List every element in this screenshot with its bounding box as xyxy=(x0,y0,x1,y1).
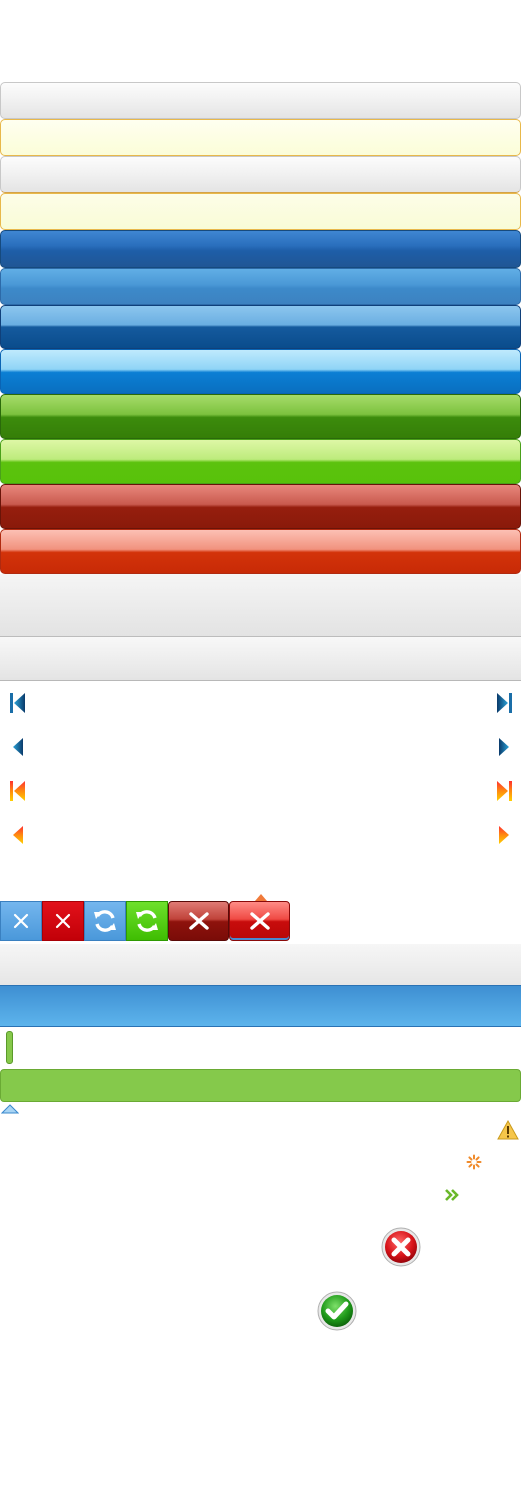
tooltip-pointer-icon xyxy=(255,894,267,901)
progress-bar-full xyxy=(0,1069,521,1102)
first-page-icon[interactable] xyxy=(9,780,27,802)
caret-up-icon xyxy=(1,1104,19,1114)
button-bar-green-dark[interactable] xyxy=(0,394,521,439)
close-button-red[interactable] xyxy=(42,901,84,941)
button-bar-blue-light[interactable] xyxy=(0,349,521,394)
button-bar-red-light[interactable] xyxy=(0,529,521,574)
next-icon[interactable] xyxy=(495,824,513,846)
close-icon xyxy=(13,913,29,929)
spinner-icon xyxy=(466,1154,482,1170)
last-page-icon[interactable] xyxy=(495,692,513,714)
refresh-button-green[interactable] xyxy=(126,901,168,941)
button-bar-blue-mid[interactable] xyxy=(0,268,521,305)
header-panel-blue xyxy=(0,985,521,1027)
button-bar-yellow-hover[interactable] xyxy=(0,119,521,156)
button-bar-blue-gloss[interactable] xyxy=(0,305,521,349)
close-button-bright-red[interactable] xyxy=(229,901,290,941)
button-bar-yellow-active[interactable] xyxy=(0,193,521,230)
close-icon xyxy=(55,913,71,929)
button-bar-blue-dark[interactable] xyxy=(0,230,521,268)
close-button-blue[interactable] xyxy=(0,901,42,941)
previous-icon[interactable] xyxy=(9,824,27,846)
refresh-icon xyxy=(136,910,158,932)
next-icon[interactable] xyxy=(495,736,513,758)
button-bar-green-light[interactable] xyxy=(0,439,521,484)
double-chevron-right-icon xyxy=(445,1189,459,1201)
button-bar-red-dark[interactable] xyxy=(0,484,521,529)
error-icon xyxy=(381,1227,421,1267)
button-bar-gray-normal[interactable] xyxy=(0,82,521,119)
refresh-icon xyxy=(94,910,116,932)
close-icon xyxy=(249,912,270,930)
footer-panel-gray xyxy=(0,944,521,985)
refresh-button-blue[interactable] xyxy=(84,901,126,941)
previous-icon[interactable] xyxy=(9,736,27,758)
first-page-icon[interactable] xyxy=(9,692,27,714)
success-icon xyxy=(317,1291,357,1331)
header-panel-gray xyxy=(0,574,521,637)
button-bar-gray-pressed[interactable] xyxy=(0,156,521,193)
toolbar-panel-gray xyxy=(0,637,521,681)
progress-bar-empty xyxy=(6,1031,13,1064)
close-button-dark-red[interactable] xyxy=(168,901,229,941)
warning-icon xyxy=(497,1120,519,1140)
last-page-icon[interactable] xyxy=(495,780,513,802)
close-icon xyxy=(188,912,209,930)
